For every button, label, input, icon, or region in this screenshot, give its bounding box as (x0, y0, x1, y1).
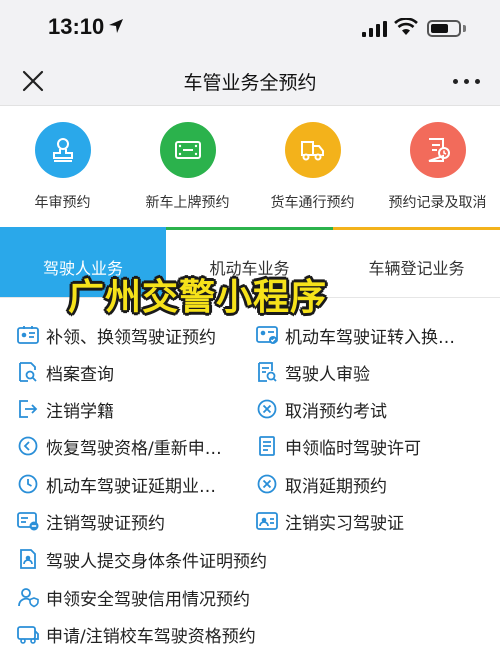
bus-icon (17, 626, 39, 644)
truck-icon (284, 122, 341, 178)
quick-action-new-plate[interactable]: 新车上牌预约 (125, 122, 250, 212)
stamp-icon (34, 122, 91, 178)
intern-card-icon (256, 512, 278, 530)
quick-action-label: 货车通行预约 (270, 195, 355, 211)
service-label: 申领安全驾驶信用情况预约 (46, 590, 250, 610)
id-card-icon (17, 326, 39, 344)
cellular-signal-icon (362, 21, 387, 37)
more-options-button[interactable] (452, 76, 482, 86)
service-label: 注销驾驶证预约 (46, 514, 165, 534)
document-icon (259, 436, 275, 456)
battery-icon (427, 20, 461, 37)
restore-icon (18, 436, 38, 456)
service-label: 恢复驾驶资格/重新申… (46, 439, 222, 459)
service-label: 注销学籍 (46, 402, 114, 422)
overlay-caption: 广州交警小程序 (68, 277, 328, 318)
battery-tip (463, 25, 466, 32)
nav-bar: 车管业务全预约 (0, 54, 500, 106)
wifi-icon (394, 18, 418, 35)
service-label: 取消预约考试 (285, 402, 387, 422)
health-doc-icon (20, 549, 36, 569)
service-label: 档案查询 (46, 365, 114, 385)
service-label: 申请/注销校车驾驶资格预约 (46, 627, 256, 647)
service-label: 申领临时驾驶许可 (285, 439, 421, 459)
status-bar: 13:10 (0, 0, 500, 54)
license-transfer-icon (256, 326, 278, 344)
quick-action-label: 年审预约 (34, 195, 91, 211)
page-title: 车管业务全预约 (183, 72, 317, 94)
location-arrow-icon (109, 19, 123, 33)
user-shield-icon (18, 588, 39, 608)
status-time: 13:10 (48, 14, 105, 39)
service-label: 机动车驾驶证转入换… (285, 328, 455, 348)
quick-action-annual-review[interactable]: 年审预约 (0, 122, 125, 212)
clock-icon (18, 474, 38, 494)
license-plate-icon (159, 122, 216, 178)
cancel-circle-icon (257, 474, 277, 494)
tab-vehicle-registration[interactable]: 车辆登记业务 (333, 227, 500, 297)
service-label: 补领、换领驾驶证预约 (46, 328, 216, 348)
quick-action-truck-pass[interactable]: 货车通行预约 (250, 122, 375, 212)
card-minus-icon (17, 512, 39, 531)
records-icon (409, 122, 466, 178)
quick-action-label: 预约记录及取消 (388, 195, 487, 211)
service-label: 驾驶人审验 (285, 365, 370, 385)
quick-action-records[interactable]: 预约记录及取消 (375, 122, 500, 212)
service-label: 机动车驾驶证延期业… (46, 477, 216, 497)
service-label: 注销实习驾驶证 (285, 514, 404, 534)
service-label: 取消延期预约 (285, 477, 387, 497)
file-search-icon (19, 362, 37, 382)
exit-icon (19, 400, 38, 418)
review-icon (258, 362, 277, 382)
tab-label: 车辆登记业务 (368, 259, 465, 278)
quick-action-label: 新车上牌预约 (145, 195, 230, 211)
quick-actions: 年审预约 新车上牌预约 货车通行预约 预约记录及取消 (0, 107, 500, 225)
cancel-circle-icon (257, 399, 277, 419)
service-label: 驾驶人提交身体条件证明预约 (46, 552, 267, 572)
